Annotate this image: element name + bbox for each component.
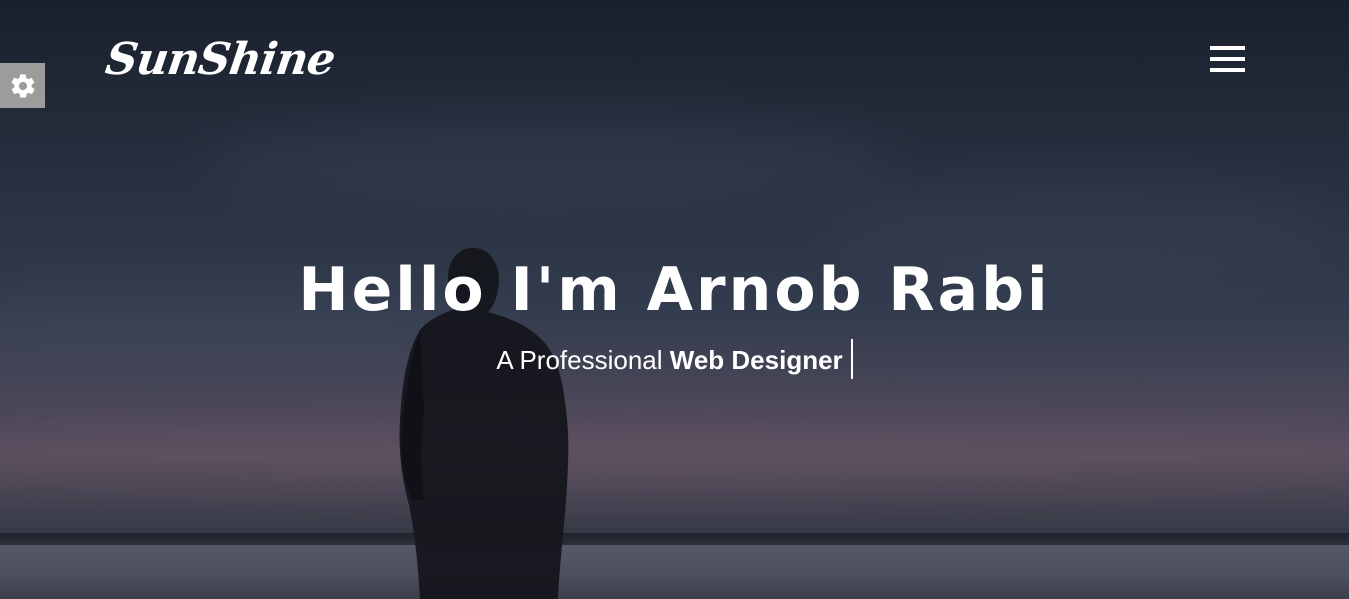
typing-cursor (850, 339, 853, 380)
hero-subtitle-role: Web Designer (669, 345, 843, 375)
brand-logo[interactable]: SunShine (102, 30, 339, 90)
hero-subtitle: A Professional Web Designer (0, 339, 1349, 380)
hero-headline: Hello I'm Arnob Rabi (298, 255, 1051, 325)
gear-icon (11, 73, 35, 98)
settings-toggle-button[interactable] (0, 63, 45, 108)
hamburger-menu-button[interactable] (1208, 44, 1246, 74)
hamburger-menu-icon (1210, 46, 1245, 50)
hamburger-menu-icon (1210, 57, 1245, 61)
hero-subtitle-prefix: A Professional (496, 345, 663, 375)
hero-section: SunShine Hello I'm Arnob Rabi A Professi… (0, 0, 1349, 599)
hamburger-menu-icon (1210, 68, 1245, 72)
